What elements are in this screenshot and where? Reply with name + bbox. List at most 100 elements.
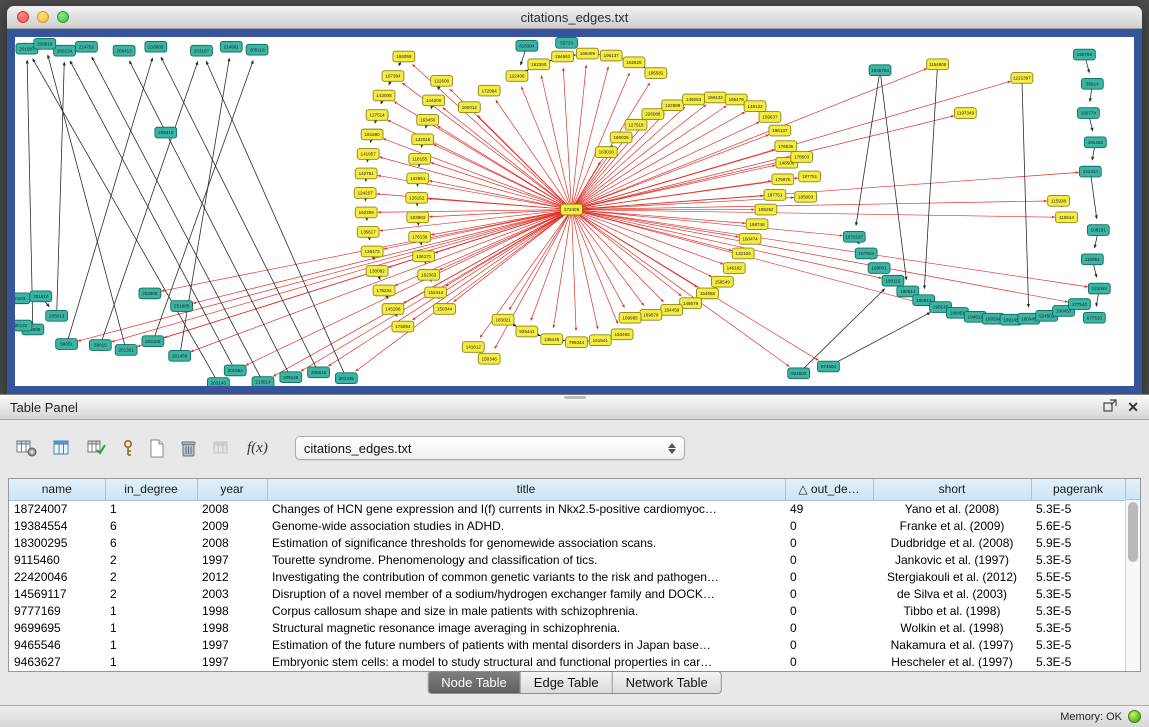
- graph-node[interactable]: 163450: [417, 115, 439, 126]
- graph-node[interactable]: 175875: [772, 174, 794, 185]
- graph-node[interactable]: 201351: [115, 345, 137, 356]
- graph-node[interactable]: 142008: [373, 90, 395, 101]
- graph-node[interactable]: 183021: [492, 314, 514, 325]
- table-row[interactable]: 1938455462009Genome-wide association stu…: [9, 517, 1125, 534]
- graph-node[interactable]: 160012: [458, 102, 480, 113]
- table-row[interactable]: 977716911998Corpus callosum shape and si…: [9, 602, 1125, 619]
- graph-node[interactable]: 176535: [775, 141, 797, 152]
- graph-edge[interactable]: [880, 70, 906, 280]
- graph-node[interactable]: 177540: [1069, 299, 1091, 310]
- table-row[interactable]: 1830029562008Estimation of significance …: [9, 534, 1125, 551]
- graph-node[interactable]: 195582: [645, 68, 667, 79]
- graph-edge[interactable]: [1022, 78, 1029, 307]
- graph-node[interactable]: 141612: [462, 342, 484, 353]
- close-panel-icon[interactable]: ✕: [1127, 400, 1139, 414]
- graph-node[interactable]: 151541: [589, 335, 611, 346]
- graph-node[interactable]: 150344: [434, 304, 456, 315]
- network-window-titlebar[interactable]: citations_edges.txt: [7, 6, 1142, 29]
- graph-node[interactable]: 121045: [1088, 283, 1110, 294]
- graph-node[interactable]: 182774: [1077, 108, 1099, 119]
- graph-edge[interactable]: [33, 59, 219, 383]
- graph-edge[interactable]: [572, 112, 745, 210]
- graph-edge[interactable]: [572, 210, 618, 324]
- graph-node[interactable]: 122600: [431, 76, 453, 87]
- graph-edge[interactable]: [856, 70, 880, 225]
- table-row[interactable]: 969969511998Structural magnetic resonanc…: [9, 619, 1125, 636]
- graph-node[interactable]: 226088: [642, 109, 664, 120]
- graph-node[interactable]: 209145: [280, 372, 302, 383]
- graph-edge[interactable]: [1090, 172, 1096, 219]
- graph-node[interactable]: 1197349: [954, 108, 976, 119]
- graph-node[interactable]: 154459: [661, 305, 683, 316]
- graph-node[interactable]: 191453: [1084, 137, 1106, 148]
- graph-edge[interactable]: [553, 210, 571, 328]
- graph-node[interactable]: 1679197: [843, 231, 865, 242]
- graph-node[interactable]: 196137: [600, 50, 622, 61]
- graph-node[interactable]: 205108: [142, 336, 164, 347]
- graph-node[interactable]: 126152: [406, 192, 428, 203]
- graph-node[interactable]: 127514: [366, 110, 388, 121]
- graph-node[interactable]: 169579: [640, 309, 662, 320]
- graph-node[interactable]: 148122: [744, 101, 766, 112]
- graph-node[interactable]: 135617: [357, 227, 379, 238]
- table-panel-header[interactable]: Table Panel ✕: [0, 395, 1149, 420]
- graph-node[interactable]: 187751: [799, 171, 821, 182]
- graph-node[interactable]: 144200: [423, 95, 445, 106]
- graph-node[interactable]: 795344: [566, 337, 588, 348]
- graph-node[interactable]: 172409: [561, 204, 583, 215]
- graph-node[interactable]: 213514: [252, 377, 274, 386]
- graph-edge[interactable]: [572, 114, 665, 210]
- graph-node[interactable]: 159637: [759, 112, 781, 123]
- function-builder-icon[interactable]: f(x): [245, 438, 270, 459]
- graph-node[interactable]: 124257: [354, 188, 376, 199]
- graph-node[interactable]: 203167: [191, 45, 213, 56]
- column-header-year[interactable]: year: [197, 479, 267, 500]
- graph-edge[interactable]: [799, 289, 885, 373]
- graph-node[interactable]: 251805: [171, 301, 193, 312]
- graph-node[interactable]: 1154808: [927, 59, 949, 70]
- graph-node[interactable]: 214981: [220, 41, 242, 52]
- new-column-icon[interactable]: [147, 437, 167, 460]
- scrollbar-thumb[interactable]: [1128, 502, 1138, 562]
- graph-node[interactable]: 168001: [868, 263, 890, 274]
- graph-node[interactable]: 142751: [355, 168, 377, 179]
- graph-node[interactable]: 136173: [361, 246, 383, 257]
- graph-node[interactable]: 122406: [506, 71, 528, 82]
- key-icon[interactable]: [120, 437, 136, 460]
- graph-node[interactable]: 172984: [478, 85, 500, 96]
- graph-node[interactable]: 20142: [15, 320, 32, 331]
- graph-node[interactable]: 1221397: [1011, 73, 1033, 84]
- graph-node[interactable]: 159549: [711, 276, 733, 287]
- graph-node[interactable]: 185093: [795, 192, 817, 203]
- graph-edge[interactable]: [572, 210, 712, 277]
- delete-column-icon[interactable]: [178, 437, 199, 460]
- graph-node[interactable]: 214752: [76, 41, 98, 52]
- graph-node[interactable]: 145208: [382, 304, 404, 315]
- graph-node[interactable]: 924502: [788, 368, 810, 379]
- graph-node[interactable]: 196137: [769, 125, 791, 136]
- graph-node[interactable]: 181580: [361, 129, 383, 140]
- graph-node[interactable]: 209134: [54, 45, 76, 56]
- graph-edge[interactable]: [572, 135, 769, 210]
- graph-node[interactable]: 132015: [412, 134, 434, 145]
- table-row[interactable]: 946362711997Embryonic stem cells: a mode…: [9, 653, 1125, 670]
- graph-node[interactable]: 150493: [611, 329, 633, 340]
- graph-edge[interactable]: [828, 313, 930, 367]
- graph-node[interactable]: 103902: [407, 212, 429, 223]
- panel-splitter-handle[interactable]: [564, 396, 586, 399]
- graph-edge[interactable]: [572, 160, 791, 210]
- graph-node[interactable]: 187751: [764, 190, 786, 201]
- graph-node[interactable]: 160474: [739, 233, 761, 244]
- float-panel-icon[interactable]: [1103, 399, 1117, 415]
- graph-node[interactable]: 142551: [407, 173, 429, 184]
- graph-node[interactable]: 190759: [1073, 49, 1095, 60]
- vertical-scrollbar[interactable]: [1125, 500, 1140, 671]
- graph-node[interactable]: 205110: [246, 44, 268, 55]
- table-settings-icon[interactable]: [14, 437, 39, 459]
- graph-edge[interactable]: [429, 199, 572, 210]
- graph-node[interactable]: 59015: [89, 340, 111, 351]
- graph-node[interactable]: 209810: [34, 38, 56, 49]
- graph-node[interactable]: 167919: [855, 248, 877, 259]
- graph-node[interactable]: 175084: [392, 321, 414, 332]
- graph-node[interactable]: 160025: [610, 132, 632, 143]
